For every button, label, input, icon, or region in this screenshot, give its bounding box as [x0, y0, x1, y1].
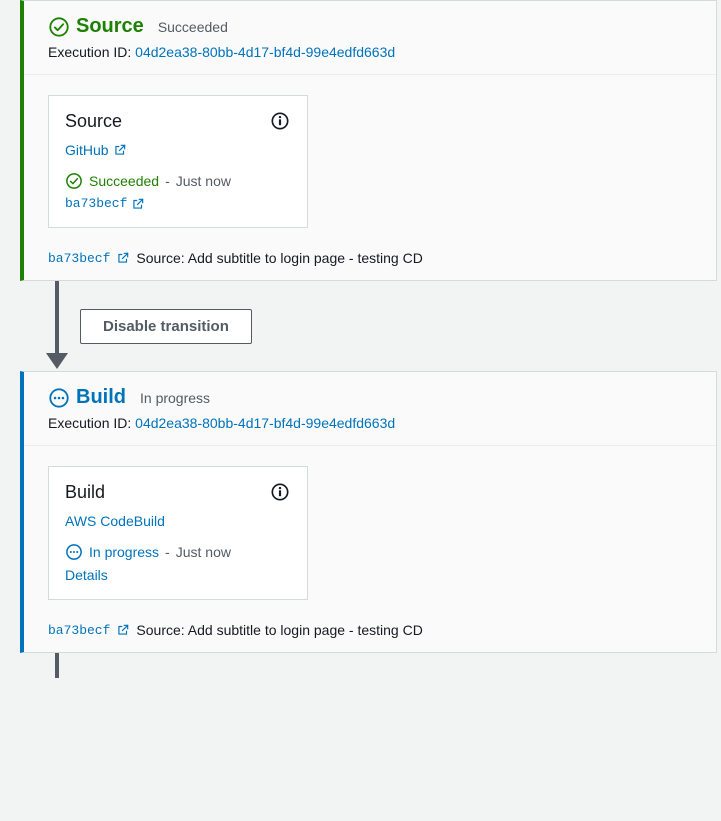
action-provider-row: AWS CodeBuild — [65, 513, 291, 529]
stage-title-row: Source Succeeded — [48, 15, 692, 38]
stage-header: Source Succeeded Execution ID: 04d2ea38-… — [24, 1, 716, 75]
stage-name: Source — [76, 15, 144, 38]
action-card-source: Source GitHub Succeeded - Just now — [48, 95, 308, 228]
stage-summary-row: ba73becf Source: Add subtitle to login p… — [48, 250, 692, 266]
success-circle-icon — [65, 172, 83, 190]
execution-id-label: Execution ID: — [48, 44, 131, 60]
stage-title: Build — [48, 386, 126, 409]
transition-arrow-head-icon — [46, 353, 68, 369]
stage-title: Source — [48, 15, 144, 38]
action-time: Just now — [176, 544, 231, 560]
action-status-row: Succeeded - Just now — [65, 172, 291, 190]
summary-message: Source: Add subtitle to login page - tes… — [136, 622, 422, 638]
tail-line — [55, 653, 59, 678]
transition-arrow-line — [55, 281, 59, 359]
info-icon[interactable] — [269, 110, 291, 132]
stage-header: Build In progress Execution ID: 04d2ea38… — [24, 372, 716, 446]
action-status-row: In progress - Just now — [65, 543, 291, 561]
success-circle-icon — [48, 16, 70, 38]
separator: - — [165, 544, 170, 560]
execution-id-link[interactable]: 04d2ea38-80bb-4d17-bf4d-99e4edfd663d — [135, 44, 395, 60]
pipeline-stage-build: Build In progress Execution ID: 04d2ea38… — [20, 371, 717, 653]
action-details-link[interactable]: Details — [65, 567, 108, 583]
execution-id-row: Execution ID: 04d2ea38-80bb-4d17-bf4d-99… — [48, 415, 692, 431]
stage-body: Source GitHub Succeeded - Just now — [24, 75, 716, 280]
action-provider-link[interactable]: GitHub — [65, 142, 109, 158]
external-link-icon — [113, 143, 127, 157]
action-name: Source — [65, 111, 122, 132]
stage-status: In progress — [140, 390, 210, 406]
action-card-header: Build — [65, 481, 291, 503]
action-commit-row: ba73becf — [65, 196, 291, 211]
external-link-icon — [116, 251, 130, 265]
stage-body: Build AWS CodeBuild In progress - Just n… — [24, 446, 716, 652]
action-name: Build — [65, 482, 105, 503]
stage-tail-connector — [20, 653, 721, 678]
stage-name: Build — [76, 386, 126, 409]
action-card-build: Build AWS CodeBuild In progress - Just n… — [48, 466, 308, 600]
execution-id-link[interactable]: 04d2ea38-80bb-4d17-bf4d-99e4edfd663d — [135, 415, 395, 431]
action-card-header: Source — [65, 110, 291, 132]
stage-status: Succeeded — [158, 19, 228, 35]
pipeline-stage-source: Source Succeeded Execution ID: 04d2ea38-… — [20, 0, 717, 281]
execution-id-label: Execution ID: — [48, 415, 131, 431]
in-progress-circle-icon — [48, 387, 70, 409]
action-status-text: Succeeded — [89, 173, 159, 189]
action-provider-row: GitHub — [65, 142, 291, 158]
action-commit-link[interactable]: ba73becf — [65, 196, 127, 211]
execution-id-row: Execution ID: 04d2ea38-80bb-4d17-bf4d-99… — [48, 44, 692, 60]
separator: - — [165, 173, 170, 189]
info-icon[interactable] — [269, 481, 291, 503]
summary-commit-link[interactable]: ba73becf — [48, 251, 110, 266]
stage-summary-row: ba73becf Source: Add subtitle to login p… — [48, 622, 692, 638]
action-status-text: In progress — [89, 544, 159, 560]
external-link-icon — [131, 197, 145, 211]
in-progress-circle-icon — [65, 543, 83, 561]
summary-message: Source: Add subtitle to login page - tes… — [136, 250, 422, 266]
action-time: Just now — [176, 173, 231, 189]
stage-title-row: Build In progress — [48, 386, 692, 409]
stage-transition: Disable transition — [20, 281, 721, 371]
summary-commit-link[interactable]: ba73becf — [48, 623, 110, 638]
external-link-icon — [116, 623, 130, 637]
action-details-row: Details — [65, 567, 291, 583]
disable-transition-button[interactable]: Disable transition — [80, 309, 252, 344]
action-provider-link[interactable]: AWS CodeBuild — [65, 513, 165, 529]
